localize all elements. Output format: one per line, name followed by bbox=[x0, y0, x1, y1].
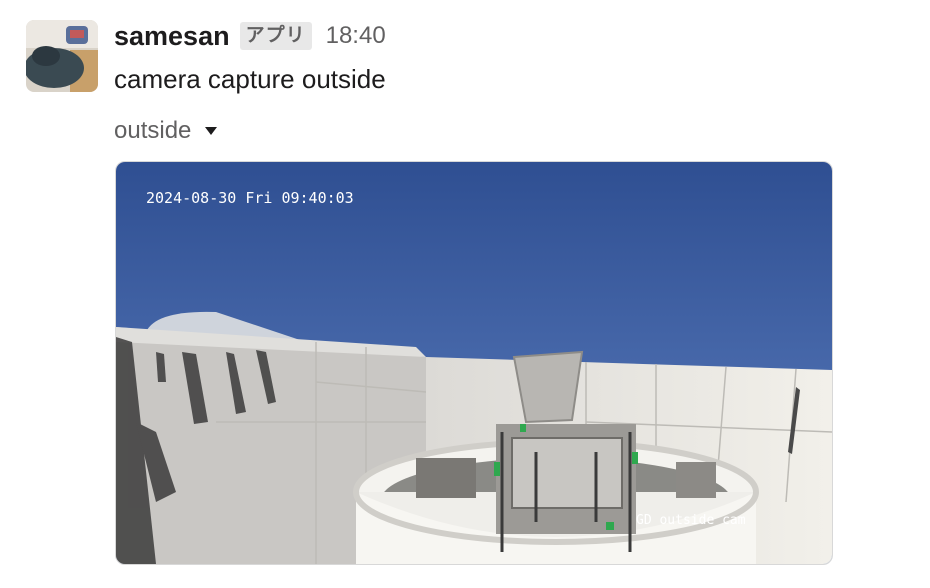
message-timestamp[interactable]: 18:40 bbox=[326, 22, 386, 50]
message-header: samesan アプリ 18:40 bbox=[114, 16, 386, 56]
observatory-camera-photo-icon: 2024-08-30 Fri 09:40:03 GD outside cam bbox=[116, 162, 832, 564]
message-text: camera capture outside bbox=[114, 64, 386, 94]
caret-down-icon[interactable] bbox=[205, 127, 218, 135]
attachment-name[interactable]: outside bbox=[114, 117, 191, 145]
overlay-timestamp: 2024-08-30 Fri 09:40:03 bbox=[146, 189, 354, 207]
attachment-image[interactable]: 2024-08-30 Fri 09:40:03 GD outside cam bbox=[115, 161, 833, 565]
avatar[interactable] bbox=[26, 20, 98, 92]
user-avatar-photo-icon bbox=[26, 20, 98, 92]
app-badge: アプリ bbox=[239, 22, 312, 50]
attachment-toggle[interactable]: outside bbox=[114, 114, 218, 148]
author-name[interactable]: samesan bbox=[114, 21, 230, 52]
overlay-camera-label: GD outside cam bbox=[636, 513, 746, 528]
